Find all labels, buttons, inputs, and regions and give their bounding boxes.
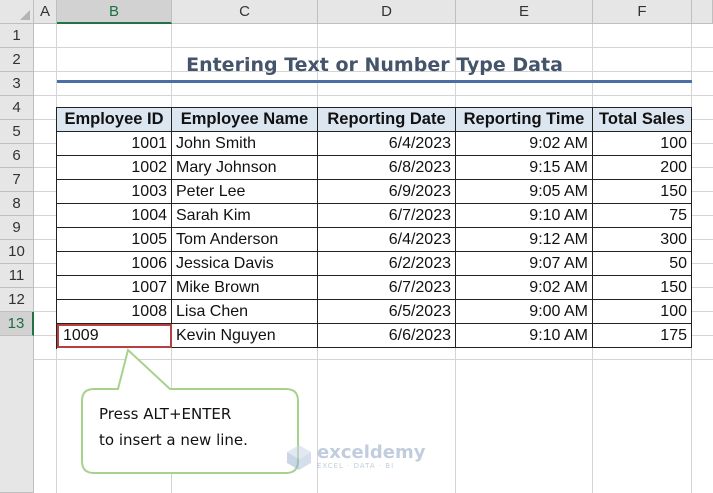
row-header-12[interactable]: 12 (0, 288, 34, 312)
row-header-3[interactable]: 3 (0, 72, 34, 96)
cell-total-sales[interactable]: 175 (593, 324, 692, 348)
header-total-sales[interactable]: Total Sales (593, 108, 692, 132)
cell-reporting-date[interactable]: 6/4/2023 (318, 132, 456, 156)
watermark-tagline: EXCEL · DATA · BI (317, 462, 395, 470)
column-header-f[interactable]: F (593, 0, 692, 24)
cell-reporting-date[interactable]: 6/4/2023 (318, 228, 456, 252)
cell-reporting-time[interactable]: 9:15 AM (456, 156, 593, 180)
cell-total-sales[interactable]: 50 (593, 252, 692, 276)
cell-employee-id[interactable]: 1002 (57, 156, 172, 180)
cell-employee-id[interactable]: 1001 (57, 132, 172, 156)
cell-reporting-time[interactable]: 9:10 AM (456, 324, 593, 348)
column-header-empty (692, 0, 713, 24)
row-header-4[interactable]: 4 (0, 96, 34, 120)
cell-reporting-date[interactable]: 6/5/2023 (318, 300, 456, 324)
gridline-horizontal (34, 95, 713, 96)
header-employee-name[interactable]: Employee Name (172, 108, 318, 132)
row-header-1[interactable]: 1 (0, 24, 34, 48)
cell-total-sales[interactable]: 200 (593, 156, 692, 180)
column-header-c[interactable]: C (172, 0, 318, 24)
cell-employee-name[interactable]: Sarah Kim (172, 204, 318, 228)
exceldemy-logo-icon (287, 445, 311, 470)
cell-reporting-time[interactable]: 9:00 AM (456, 300, 593, 324)
cell-total-sales[interactable]: 75 (593, 204, 692, 228)
watermark-name: exceldemy (317, 442, 426, 463)
cell-total-sales[interactable]: 150 (593, 180, 692, 204)
cell-reporting-date[interactable]: 6/9/2023 (318, 180, 456, 204)
header-reporting-time[interactable]: Reporting Time (456, 108, 593, 132)
cell-employee-name[interactable]: Lisa Chen (172, 300, 318, 324)
cell-reporting-time[interactable]: 9:07 AM (456, 252, 593, 276)
cell-total-sales[interactable]: 150 (593, 276, 692, 300)
cell-reporting-time[interactable]: 9:10 AM (456, 204, 593, 228)
cell-employee-id[interactable]: 1004 (57, 204, 172, 228)
cell-total-sales[interactable]: 100 (593, 300, 692, 324)
cell-employee-id[interactable]: 1003 (57, 180, 172, 204)
row-header-empty (0, 336, 34, 493)
active-cell-b13[interactable]: 1009 (57, 324, 172, 348)
cell-reporting-date[interactable]: 6/8/2023 (318, 156, 456, 180)
row-header-10[interactable]: 10 (0, 240, 34, 264)
cell-reporting-time[interactable]: 9:02 AM (456, 132, 593, 156)
gridline-horizontal (34, 47, 713, 48)
cell-employee-id[interactable]: 1006 (57, 252, 172, 276)
cell-reporting-date[interactable]: 6/2/2023 (318, 252, 456, 276)
cell-employee-name[interactable]: Kevin Nguyen (172, 324, 318, 348)
row-header-8[interactable]: 8 (0, 192, 34, 216)
column-header-a[interactable]: A (34, 0, 57, 24)
cell-reporting-time[interactable]: 9:05 AM (456, 180, 593, 204)
cell-reporting-time[interactable]: 9:12 AM (456, 228, 593, 252)
gridline-horizontal (34, 359, 713, 360)
sheet-title: Entering Text or Number Type Data (186, 54, 563, 76)
cell-employee-name[interactable]: John Smith (172, 132, 318, 156)
column-header-d[interactable]: D (318, 0, 456, 24)
column-header-b[interactable]: B (57, 0, 172, 24)
header-reporting-date[interactable]: Reporting Date (318, 108, 456, 132)
cell-reporting-date[interactable]: 6/7/2023 (318, 204, 456, 228)
row-header-11[interactable]: 11 (0, 264, 34, 288)
callout-line-2: to insert a new line. (99, 431, 248, 449)
cell-employee-name[interactable]: Peter Lee (172, 180, 318, 204)
row-header-13[interactable]: 13 (0, 312, 34, 336)
cell-employee-id[interactable]: 1007 (57, 276, 172, 300)
column-header-e[interactable]: E (456, 0, 593, 24)
row-header-5[interactable]: 5 (0, 120, 34, 144)
row-header-2[interactable]: 2 (0, 48, 34, 72)
callout-text: Press ALT+ENTER to insert a new line. (99, 401, 289, 453)
select-all-corner[interactable] (0, 0, 34, 24)
cell-reporting-date[interactable]: 6/6/2023 (318, 324, 456, 348)
cell-employee-name[interactable]: Tom Anderson (172, 228, 318, 252)
callout-line-1: Press ALT+ENTER (99, 405, 232, 423)
watermark: exceldemy EXCEL · DATA · BI (285, 443, 425, 471)
cell-total-sales[interactable]: 300 (593, 228, 692, 252)
header-employee-id[interactable]: Employee ID (57, 108, 172, 132)
cell-reporting-date[interactable]: 6/7/2023 (318, 276, 456, 300)
cell-employee-name[interactable]: Mike Brown (172, 276, 318, 300)
cell-employee-name[interactable]: Jessica Davis (172, 252, 318, 276)
cell-employee-id[interactable]: 1008 (57, 300, 172, 324)
title-underline (57, 80, 692, 83)
cell-employee-id[interactable]: 1005 (57, 228, 172, 252)
cell-total-sales[interactable]: 100 (593, 132, 692, 156)
row-header-6[interactable]: 6 (0, 144, 34, 168)
row-header-9[interactable]: 9 (0, 216, 34, 240)
cell-employee-name[interactable]: Mary Johnson (172, 156, 318, 180)
row-header-7[interactable]: 7 (0, 168, 34, 192)
cell-reporting-time[interactable]: 9:02 AM (456, 276, 593, 300)
